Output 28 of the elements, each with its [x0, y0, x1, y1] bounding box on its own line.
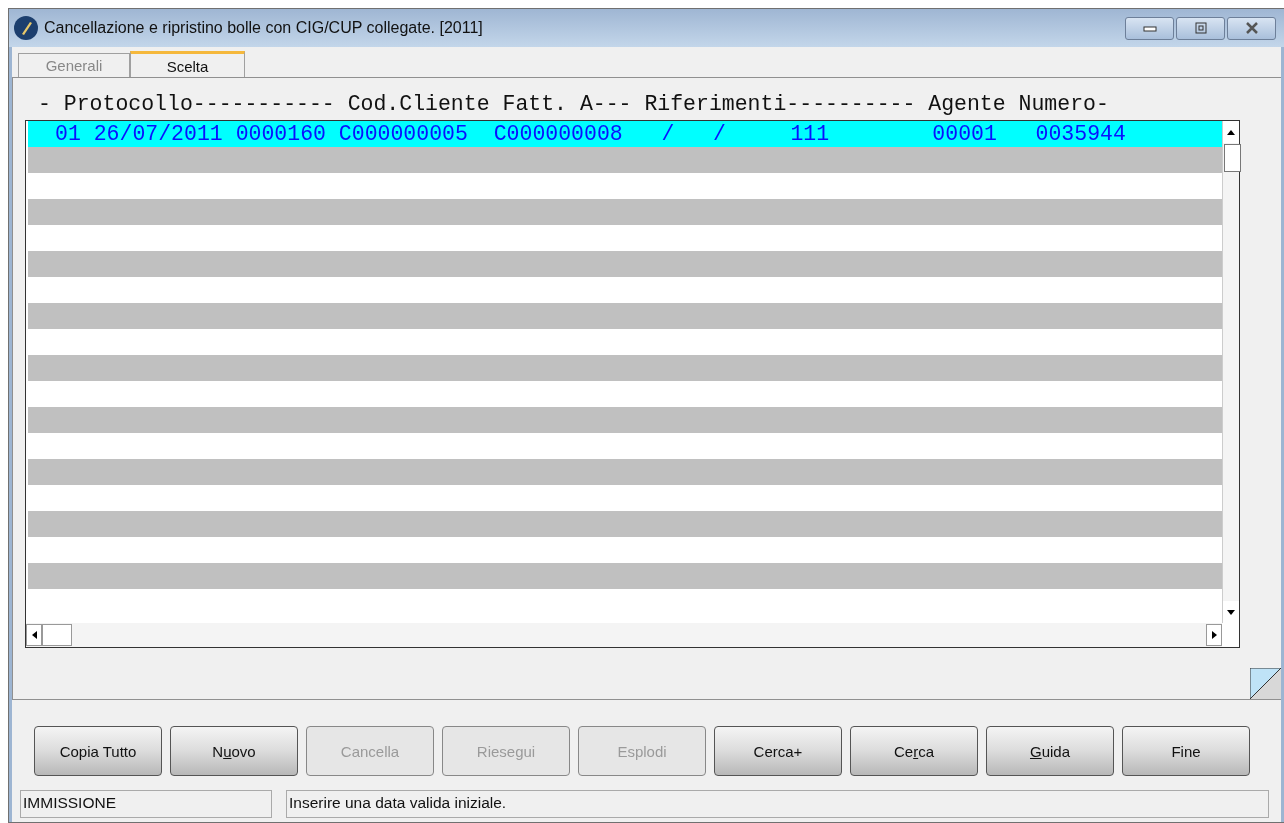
close-button[interactable]: [1227, 16, 1276, 40]
status-message: Inserire una data valida iniziale.: [286, 790, 1269, 818]
pen-icon: [13, 15, 39, 41]
action-button[interactable]: Nuovo: [170, 726, 298, 776]
resize-corner-icon[interactable]: [1250, 668, 1281, 699]
maximize-button[interactable]: [1176, 16, 1225, 40]
action-button[interactable]: Cerca+: [714, 726, 842, 776]
tab[interactable]: Scelta: [130, 51, 245, 78]
vertical-scrollbar[interactable]: [1222, 121, 1239, 623]
window-title: Cancellazione e ripristino bolle con CIG/CUP collegate. [2011]: [44, 19, 484, 37]
scroll-thumb[interactable]: [1224, 144, 1241, 172]
down-arrow-icon: [1227, 609, 1235, 615]
up-arrow-icon: [1227, 129, 1235, 135]
minimize-button[interactable]: [1125, 16, 1174, 40]
action-button[interactable]: Copia Tutto: [34, 726, 162, 776]
minimize-icon: [1142, 24, 1157, 32]
left-arrow-icon: [31, 631, 37, 639]
action-button[interactable]: Guida: [986, 726, 1114, 776]
maximize-icon: [1194, 22, 1207, 34]
horizontal-scrollbar[interactable]: [26, 623, 1222, 647]
right-arrow-icon: [1211, 631, 1217, 639]
close-icon: [1244, 22, 1259, 34]
column-header: - Protocollo----------- Cod.Cliente Fatt. A--- Riferimenti---------- Agente Numero-: [38, 92, 1110, 116]
list-row[interactable]: 01 26/07/2011 0000160 C000000005 C000000008 / / 111 00001 0035944: [28, 121, 1222, 147]
scroll-thumb[interactable]: [42, 624, 72, 646]
action-button[interactable]: Fine: [1122, 726, 1250, 776]
status-mode: IMMISSIONE: [20, 790, 272, 818]
action-button[interactable]: Cerca: [850, 726, 978, 776]
